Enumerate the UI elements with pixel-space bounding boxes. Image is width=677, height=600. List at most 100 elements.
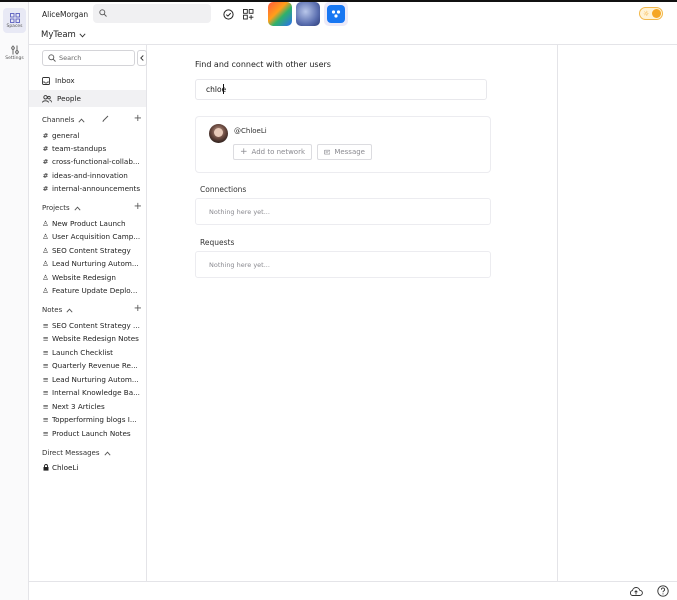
project-label: Website Redesign: [52, 272, 116, 282]
project-label: User Acquisition Camp...: [52, 231, 141, 241]
channel-item[interactable]: # team-standups: [42, 142, 142, 154]
app-launcher-active[interactable]: [324, 2, 348, 26]
sidebar-item-label: People: [57, 94, 81, 103]
note-item[interactable]: ≡ Launch Checklist: [42, 346, 142, 358]
project-item[interactable]: ♙ User Acquisition Camp...: [42, 230, 142, 242]
lock-icon: [42, 463, 49, 471]
project-item[interactable]: ♙ New Product Launch: [42, 217, 142, 229]
channel-item[interactable]: # internal-announcements: [42, 182, 142, 194]
note-lines-icon: ≡: [42, 428, 49, 438]
settings-button[interactable]: Settings: [3, 40, 26, 65]
message-button[interactable]: Message: [317, 144, 372, 160]
channel-label: general: [52, 130, 80, 140]
add-app-button[interactable]: [241, 7, 255, 21]
channels-header[interactable]: Channels +: [42, 113, 142, 126]
note-label: Next 3 Articles: [52, 401, 105, 411]
hash-icon: #: [42, 183, 49, 193]
note-lines-icon: ≡: [42, 347, 49, 357]
theme-toggle[interactable]: ☼: [639, 7, 663, 20]
avatar[interactable]: [209, 124, 228, 143]
app-rail: Spaces Settings: [0, 2, 29, 600]
app-launcher-globe[interactable]: [296, 2, 320, 26]
pencil-icon[interactable]: [102, 115, 109, 124]
add-project-button[interactable]: +: [134, 201, 142, 213]
chevron-up-icon[interactable]: [78, 118, 85, 123]
page-title: Find and connect with other users: [195, 60, 331, 69]
message-label: Message: [334, 148, 365, 156]
sidebar-item-people[interactable]: People: [29, 90, 146, 107]
status-button[interactable]: [221, 7, 235, 21]
top-header: AliceMorgan ☼: [29, 2, 677, 28]
dms-header[interactable]: Direct Messages: [42, 447, 142, 459]
chevron-up-icon[interactable]: [66, 308, 73, 313]
help-button[interactable]: [656, 584, 670, 598]
dm-item[interactable]: ChloeLi: [42, 461, 142, 473]
channel-item[interactable]: # cross-functional-collab...: [42, 155, 142, 167]
channel-label: team-standups: [52, 143, 107, 153]
note-item[interactable]: ≡ Internal Knowledge Ba...: [42, 386, 142, 398]
notes-title: Notes: [42, 306, 63, 314]
global-search[interactable]: [93, 4, 211, 23]
team-icon: ♙: [42, 245, 49, 255]
app-launcher-colorful[interactable]: [268, 2, 292, 26]
user-result-card: @ChloeLi + Add to network Message: [195, 116, 491, 173]
sidebar-search-input[interactable]: [59, 53, 131, 63]
channel-item[interactable]: # ideas-and-innovation: [42, 169, 142, 181]
projects-header[interactable]: Projects +: [42, 201, 142, 214]
hash-icon: #: [42, 156, 49, 166]
note-item[interactable]: ≡ Next 3 Articles: [42, 400, 142, 412]
note-item[interactable]: ≡ Website Redesign Notes: [42, 332, 142, 344]
project-item[interactable]: ♙ Website Redesign: [42, 271, 142, 283]
sidebar-item-inbox[interactable]: Inbox: [29, 72, 146, 89]
plus-icon: +: [240, 147, 248, 157]
chevron-up-icon[interactable]: [74, 206, 81, 211]
note-lines-icon: ≡: [42, 387, 49, 397]
projects-title: Projects: [42, 204, 70, 212]
apps-plus-icon: [242, 8, 253, 19]
sidebar-item-label: Inbox: [55, 76, 75, 85]
project-item[interactable]: ♙ Feature Update Deplo...: [42, 284, 142, 296]
add-to-network-label: Add to network: [251, 148, 306, 156]
team-icon: ♙: [42, 258, 49, 268]
project-label: Lead Nurturing Autom...: [52, 258, 139, 268]
connections-label: Connections: [200, 185, 247, 194]
team-switcher[interactable]: MyTeam: [41, 30, 86, 40]
add-channel-button[interactable]: +: [134, 113, 142, 125]
note-label: Topperforming blogs I...: [52, 414, 137, 424]
chevron-up-icon[interactable]: [103, 451, 111, 456]
channel-item[interactable]: # general: [42, 129, 142, 141]
note-item[interactable]: ≡ Quarterly Revenue Re...: [42, 359, 142, 371]
notes-header[interactable]: Notes +: [42, 303, 142, 316]
note-item[interactable]: ≡ Topperforming blogs I...: [42, 413, 142, 425]
note-label: Product Launch Notes: [52, 428, 131, 438]
project-item[interactable]: ♙ SEO Content Strategy: [42, 244, 142, 256]
note-label: Launch Checklist: [52, 347, 113, 357]
note-label: Website Redesign Notes: [52, 333, 139, 343]
add-to-network-button[interactable]: + Add to network: [233, 144, 312, 160]
note-item[interactable]: ≡ Lead Nurturing Autom...: [42, 373, 142, 385]
requests-list: Nothing here yet...: [195, 251, 491, 278]
chevron-down-icon: [79, 32, 86, 37]
user-handle[interactable]: @ChloeLi: [234, 127, 267, 135]
user-search-input[interactable]: [195, 79, 487, 100]
check-circle-icon: [222, 8, 234, 20]
channels-title: Channels: [42, 116, 75, 124]
note-item[interactable]: ≡ SEO Content Strategy ...: [42, 319, 142, 331]
project-item[interactable]: ♙ Lead Nurturing Autom...: [42, 257, 142, 269]
spaces-button[interactable]: Spaces: [3, 8, 26, 33]
sidebar-search[interactable]: [42, 50, 135, 66]
project-label: New Product Launch: [52, 218, 126, 228]
note-item[interactable]: ≡ Product Launch Notes: [42, 427, 142, 439]
settings-label: Settings: [5, 55, 24, 61]
note-lines-icon: ≡: [42, 414, 49, 424]
team-icon: ♙: [42, 285, 49, 295]
note-label: Internal Knowledge Ba...: [52, 387, 140, 397]
username[interactable]: AliceMorgan: [42, 10, 88, 19]
note-label: SEO Content Strategy ...: [52, 320, 140, 330]
connections-list: Nothing here yet...: [195, 198, 491, 225]
add-note-button[interactable]: +: [134, 303, 142, 315]
note-lines-icon: ≡: [42, 333, 49, 343]
toggle-knob: [652, 9, 661, 18]
cloud-sync-button[interactable]: [629, 584, 643, 598]
collapse-sidebar-button[interactable]: [137, 50, 147, 66]
